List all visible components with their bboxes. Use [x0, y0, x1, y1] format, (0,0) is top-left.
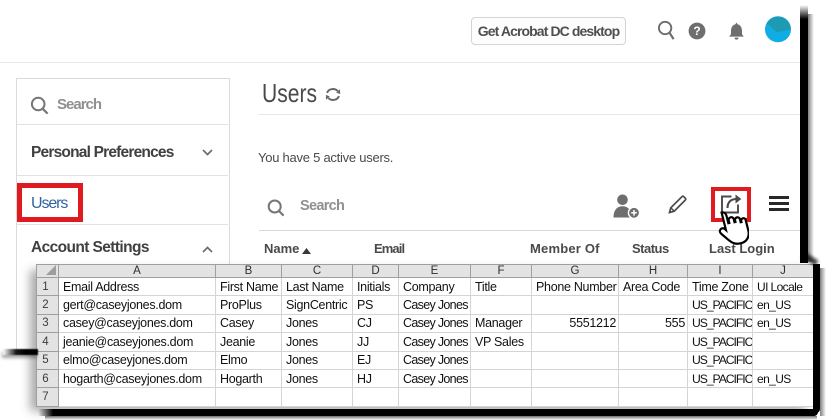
svg-text:?: ? [693, 24, 700, 38]
